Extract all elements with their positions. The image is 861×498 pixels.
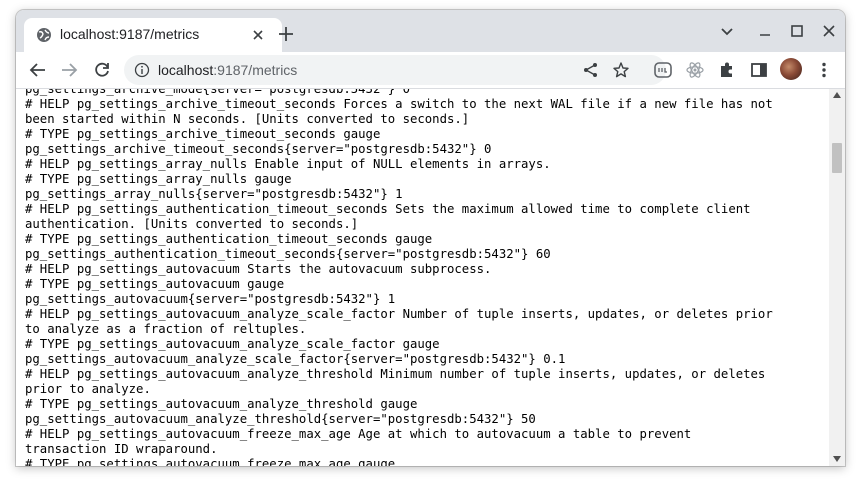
url-text: localhost:9187/metrics <box>158 62 297 78</box>
metrics-line: # TYPE pg_settings_autovacuum_analyze_sc… <box>25 337 440 351</box>
metrics-line: # TYPE pg_settings_autovacuum gauge <box>25 277 285 291</box>
active-tab[interactable]: localhost:9187/metrics <box>24 18 282 52</box>
metrics-line: # TYPE pg_settings_array_nulls gauge <box>25 172 292 186</box>
close-icon[interactable] <box>250 27 266 43</box>
metrics-line: pg_settings_autovacuum_analyze_scale_fac… <box>25 352 566 366</box>
metrics-line: # TYPE pg_settings_authentication_timeou… <box>25 232 433 246</box>
arrow-right-icon[interactable] <box>59 60 79 80</box>
kebab-menu-icon[interactable] <box>814 60 834 80</box>
browser-toolbar: localhost:9187/metrics <box>16 52 845 89</box>
metrics-line: # HELP pg_settings_authentication_timeou… <box>25 202 751 216</box>
metrics-line: pg_settings_autovacuum_analyze_threshold… <box>25 412 536 426</box>
metrics-line: # HELP pg_settings_autovacuum_analyze_th… <box>25 367 766 381</box>
metrics-line: been started within N seconds. [Units co… <box>25 112 470 126</box>
maximize-icon[interactable] <box>788 22 806 40</box>
window-close-icon[interactable] <box>820 22 838 40</box>
metrics-line: # HELP pg_settings_autovacuum_analyze_sc… <box>25 307 773 321</box>
metrics-line: # HELP pg_settings_autovacuum Starts the… <box>25 262 492 276</box>
side-panel-icon[interactable] <box>749 60 769 80</box>
scroll-down-arrow-icon[interactable] <box>833 456 841 462</box>
star-icon[interactable] <box>612 61 630 79</box>
metrics-line: # TYPE pg_settings_archive_timeout_secon… <box>25 127 381 141</box>
metrics-line: transaction ID wraparound. <box>25 442 218 456</box>
url-path: :9187/metrics <box>213 62 298 78</box>
metrics-line: # HELP pg_settings_autovacuum_freeze_max… <box>25 427 692 441</box>
globe-icon <box>36 27 52 43</box>
metrics-text: pg_settings_archive_mode{server="postgre… <box>25 89 773 466</box>
share-icon[interactable] <box>582 61 600 79</box>
metrics-line: # HELP pg_settings_archive_timeout_secon… <box>25 97 773 111</box>
tab-strip: localhost:9187/metrics <box>16 10 845 52</box>
metrics-line: pg_settings_authentication_timeout_secon… <box>25 247 551 261</box>
scroll-up-arrow-icon[interactable] <box>833 92 841 98</box>
page-content: pg_settings_archive_mode{server="postgre… <box>16 89 829 466</box>
metrics-line: to analyze as a fraction of reltuples. <box>25 322 307 336</box>
metrics-line: pg_settings_autovacuum{server="postgresd… <box>25 292 396 306</box>
scrollbar-thumb[interactable] <box>832 143 842 173</box>
metrics-line: # TYPE pg_settings_autovacuum_analyze_th… <box>25 397 418 411</box>
metrics-line: authentication. [Units converted to seco… <box>25 217 359 231</box>
metrics-line: prior to analyze. <box>25 382 151 396</box>
arrow-left-icon[interactable] <box>28 60 48 80</box>
url-host: localhost <box>158 62 214 78</box>
tab-title: localhost:9187/metrics <box>60 26 200 42</box>
address-bar[interactable]: localhost:9187/metrics <box>124 55 666 85</box>
vertical-scrollbar[interactable] <box>829 89 845 466</box>
chevron-down-icon[interactable] <box>718 22 736 40</box>
info-icon[interactable] <box>134 62 150 78</box>
minimize-icon[interactable] <box>756 22 774 40</box>
plus-icon[interactable] <box>276 24 296 44</box>
metrics-line: # HELP pg_settings_array_nulls Enable in… <box>25 157 551 171</box>
metrics-line: pg_settings_archive_mode{server="postgre… <box>25 89 410 96</box>
reload-icon[interactable] <box>92 60 112 80</box>
line-extension-icon[interactable] <box>653 60 673 80</box>
browser-window: localhost:9187/metrics localhost:9187/me… <box>16 10 845 466</box>
metrics-line: pg_settings_archive_timeout_seconds{serv… <box>25 142 492 156</box>
metrics-line: # TYPE pg_settings_autovacuum_freeze_max… <box>25 457 396 466</box>
react-devtools-icon[interactable] <box>685 60 705 80</box>
metrics-line: pg_settings_array_nulls{server="postgres… <box>25 187 403 201</box>
profile-avatar[interactable] <box>780 58 802 80</box>
puzzle-icon[interactable] <box>717 60 737 80</box>
